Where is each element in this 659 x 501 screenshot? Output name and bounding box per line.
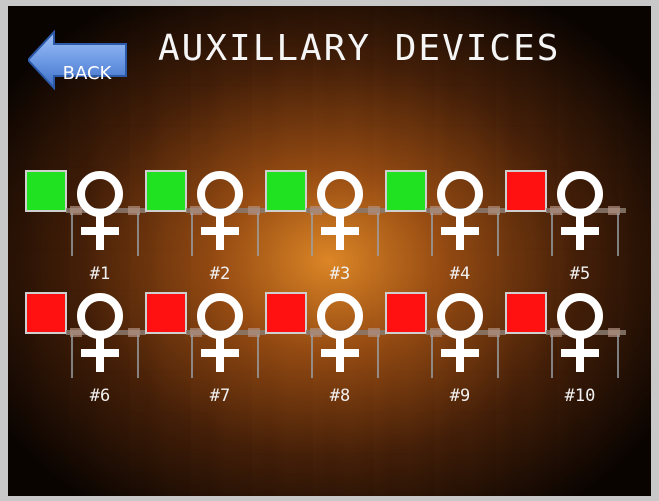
back-label: BACK xyxy=(62,63,112,84)
device-tile[interactable]: #10 xyxy=(480,292,626,406)
status-indicator xyxy=(25,292,67,334)
device-tile[interactable]: #9 xyxy=(360,292,506,406)
status-indicator xyxy=(385,292,427,334)
screen: BACK AUXILLARY DEVICES #1 #2 #3 #4 #5 #6 #7 #8 #… xyxy=(8,6,651,496)
device-tile[interactable]: #5 xyxy=(480,170,626,284)
device-tile[interactable]: #3 xyxy=(240,170,386,284)
status-indicator xyxy=(265,292,307,334)
status-indicator xyxy=(145,292,187,334)
female-symbol-icon xyxy=(557,171,603,250)
page-title: AUXILLARY DEVICES xyxy=(158,28,561,69)
device-tile[interactable]: #2 xyxy=(120,170,266,284)
device-tile[interactable]: #1 xyxy=(8,170,146,284)
status-indicator xyxy=(265,170,307,212)
status-indicator xyxy=(385,170,427,212)
device-tile[interactable]: #8 xyxy=(240,292,386,406)
device-number: #5 xyxy=(569,264,591,284)
device-tile[interactable]: #6 xyxy=(8,292,146,406)
device-tile[interactable]: #4 xyxy=(360,170,506,284)
status-indicator xyxy=(505,170,547,212)
status-indicator xyxy=(145,170,187,212)
device-number: #10 xyxy=(564,386,596,406)
back-button[interactable]: BACK xyxy=(28,30,128,90)
device-tile[interactable]: #7 xyxy=(120,292,266,406)
female-symbol-icon xyxy=(557,293,603,372)
status-indicator xyxy=(25,170,67,212)
device-frame: BACK AUXILLARY DEVICES #1 #2 #3 #4 #5 #6 #7 #8 #… xyxy=(0,0,659,501)
status-indicator xyxy=(505,292,547,334)
